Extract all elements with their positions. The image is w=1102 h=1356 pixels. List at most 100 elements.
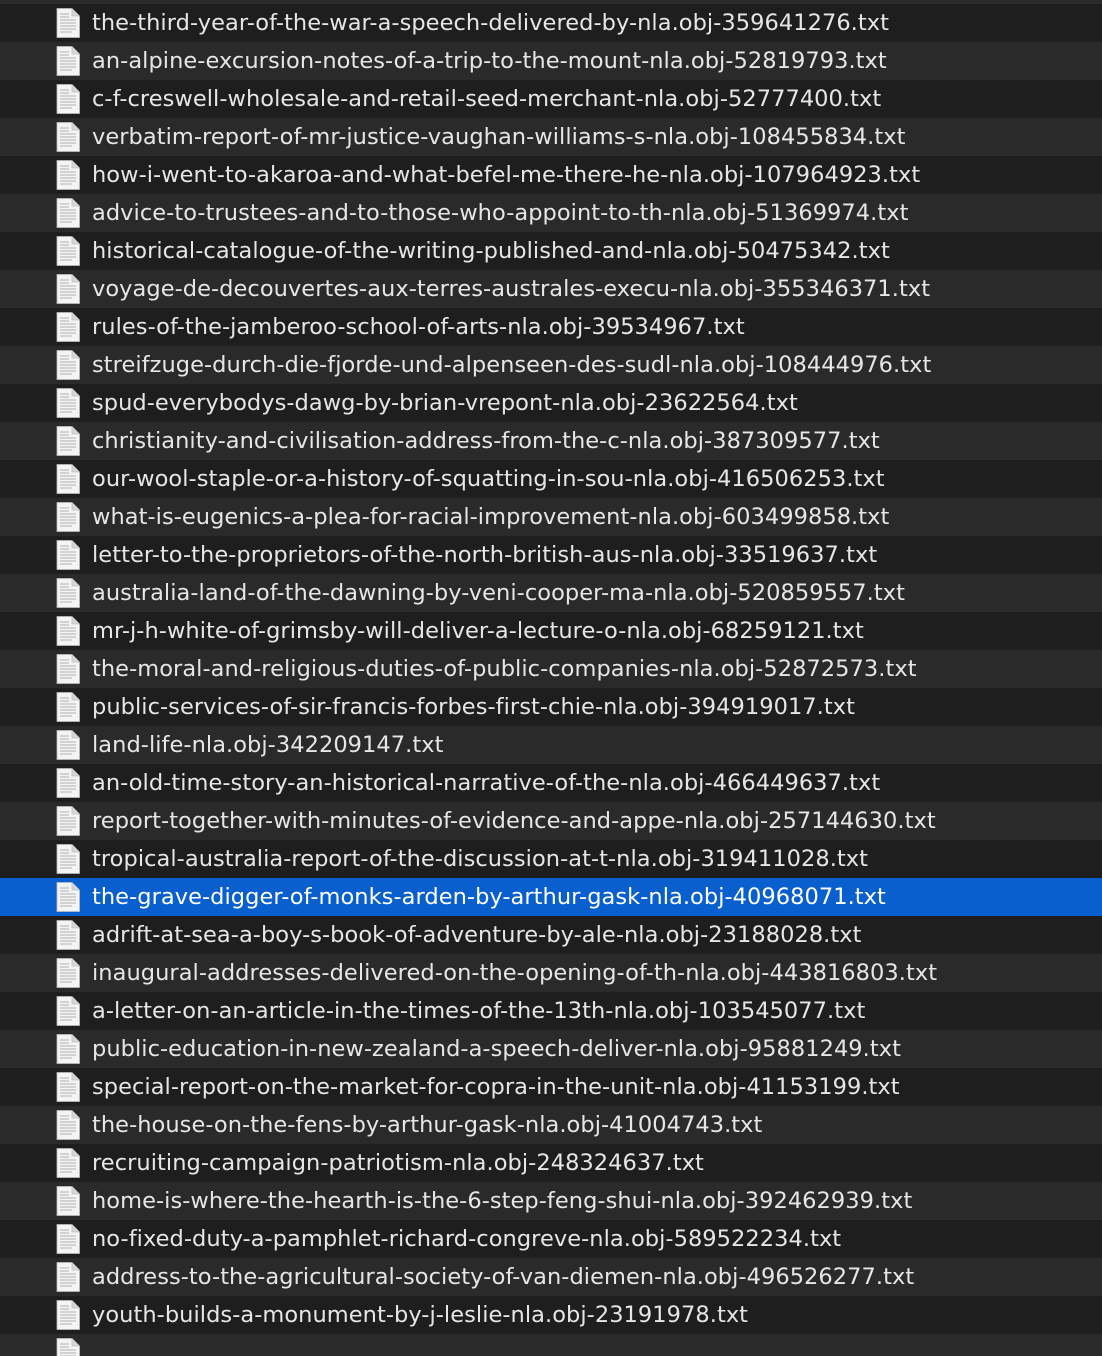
file-row[interactable]: spud-everybodys-dawg-by-brian-vrepont-nl… [0,384,1102,422]
text-document-icon [56,920,80,950]
file-name: address-to-the-agricultural-society-of-v… [92,1264,915,1290]
file-row[interactable]: advice-to-trustees-and-to-those-who-appo… [0,194,1102,232]
text-document-icon [56,806,80,836]
file-name: recruiting-campaign-patriotism-nla.obj-2… [92,1150,704,1176]
text-document-icon [56,84,80,114]
text-document-icon [56,996,80,1026]
file-row[interactable]: an-old-time-story-an-historical-narrativ… [0,764,1102,802]
file-row[interactable]: how-i-went-to-akaroa-and-what-befel-me-t… [0,156,1102,194]
text-document-icon [56,730,80,760]
text-document-icon [56,46,80,76]
file-row[interactable]: youth-builds-a-monument-by-j-leslie-nla.… [0,1296,1102,1334]
text-document-icon [56,1110,80,1140]
file-row[interactable]: special-report-on-the-market-for-copra-i… [0,1068,1102,1106]
file-name: how-i-went-to-akaroa-and-what-befel-me-t… [92,162,921,188]
file-name: adrift-at-sea-a-boy-s-book-of-adventure-… [92,922,862,948]
file-name: christianity-and-civilisation-address-fr… [92,428,880,454]
text-document-icon [56,274,80,304]
file-name: our-wool-staple-or-a-history-of-squattin… [92,466,885,492]
text-document-icon [56,1300,80,1330]
file-name: historical-catalogue-of-the-writing-publ… [92,238,890,264]
file-name: australia-land-of-the-dawning-by-veni-co… [92,580,905,606]
file-row[interactable]: c-f-creswell-wholesale-and-retail-seed-m… [0,80,1102,118]
file-row[interactable]: christianity-and-civilisation-address-fr… [0,422,1102,460]
file-name: special-report-on-the-market-for-copra-i… [92,1074,900,1100]
file-name: an-alpine-excursion-notes-of-a-trip-to-t… [92,48,887,74]
text-document-icon [56,350,80,380]
text-document-icon [56,692,80,722]
text-document-icon [56,540,80,570]
text-document-icon [56,882,80,912]
text-document-icon [56,502,80,532]
file-row[interactable]: a-letter-on-an-article-in-the-times-of-t… [0,992,1102,1030]
file-name: voyage-de-decouvertes-aux-terres-austral… [92,276,931,302]
file-name: tropical-australia-report-of-the-discuss… [92,846,869,872]
file-row[interactable]: land-life-nla.obj-342209147.txt [0,726,1102,764]
file-name: report-together-with-minutes-of-evidence… [92,808,936,834]
file-row[interactable]: inaugural-addresses-delivered-on-the-ope… [0,954,1102,992]
text-document-icon [56,160,80,190]
file-row[interactable]: the-house-on-the-fens-by-arthur-gask-nla… [0,1106,1102,1144]
file-row[interactable]: public-education-in-new-zealand-a-speech… [0,1030,1102,1068]
text-document-icon [56,1224,80,1254]
file-row[interactable]: streifzuge-durch-die-fjorde-und-alpensee… [0,346,1102,384]
file-row[interactable]: voyage-de-decouvertes-aux-terres-austral… [0,270,1102,308]
text-document-icon [56,122,80,152]
file-name: rules-of-the-jamberoo-school-of-arts-nla… [92,314,745,340]
file-name: verbatim-report-of-mr-justice-vaughan-wi… [92,124,906,150]
text-document-icon [56,578,80,608]
text-document-icon [56,1338,80,1356]
text-document-icon [56,426,80,456]
text-document-icon [56,654,80,684]
file-row[interactable]: public-services-of-sir-francis-forbes-fi… [0,688,1102,726]
file-row[interactable]: recruiting-campaign-patriotism-nla.obj-2… [0,1144,1102,1182]
file-row[interactable]: verbatim-report-of-mr-justice-vaughan-wi… [0,118,1102,156]
file-name: advice-to-trustees-and-to-those-who-appo… [92,200,909,226]
file-row[interactable]: report-together-with-minutes-of-evidence… [0,802,1102,840]
file-list: the-third-year-of-the-war-a-speech-deliv… [0,0,1102,1356]
file-name: mr-j-h-white-of-grimsby-will-deliver-a-l… [92,618,864,644]
file-row[interactable]: no-fixed-duty-a-pamphlet-richard-congrev… [0,1220,1102,1258]
file-row[interactable]: what-is-eugenics-a-plea-for-racial-impro… [0,498,1102,536]
file-row[interactable]: letter-to-the-proprietors-of-the-north-b… [0,536,1102,574]
text-document-icon [56,312,80,342]
text-document-icon [56,1034,80,1064]
text-document-icon [56,8,80,38]
file-row[interactable]: the-moral-and-religious-duties-of-public… [0,650,1102,688]
text-document-icon [56,1186,80,1216]
file-name: what-is-eugenics-a-plea-for-racial-impro… [92,504,890,530]
file-row[interactable]: historical-catalogue-of-the-writing-publ… [0,232,1102,270]
file-name: public-education-in-new-zealand-a-speech… [92,1036,901,1062]
file-name: home-is-where-the-hearth-is-the-6-step-f… [92,1188,913,1214]
file-row[interactable]: mr-j-h-white-of-grimsby-will-deliver-a-l… [0,612,1102,650]
file-row[interactable]: australia-land-of-the-dawning-by-veni-co… [0,574,1102,612]
file-name: a-letter-on-an-article-in-the-times-of-t… [92,998,866,1024]
text-document-icon [56,464,80,494]
file-name: c-f-creswell-wholesale-and-retail-seed-m… [92,86,882,112]
file-row[interactable]: rules-of-the-jamberoo-school-of-arts-nla… [0,308,1102,346]
file-row[interactable]: an-alpine-excursion-notes-of-a-trip-to-t… [0,42,1102,80]
text-document-icon [56,958,80,988]
file-row[interactable]: the-third-year-of-the-war-a-speech-deliv… [0,4,1102,42]
text-document-icon [56,616,80,646]
file-name: the-third-year-of-the-war-a-speech-deliv… [92,10,889,36]
text-document-icon [56,1148,80,1178]
file-row[interactable]: our-wool-staple-or-a-history-of-squattin… [0,460,1102,498]
file-name: the-moral-and-religious-duties-of-public… [92,656,917,682]
text-document-icon [56,198,80,228]
text-document-icon [56,388,80,418]
file-name: the-house-on-the-fens-by-arthur-gask-nla… [92,1112,763,1138]
file-name: letter-to-the-proprietors-of-the-north-b… [92,542,878,568]
file-row[interactable]: tropical-australia-report-of-the-discuss… [0,840,1102,878]
file-row[interactable] [0,1334,1102,1356]
file-row-selected[interactable]: the-grave-digger-of-monks-arden-by-arthu… [0,878,1102,916]
text-document-icon [56,236,80,266]
text-document-icon [56,768,80,798]
file-row[interactable]: adrift-at-sea-a-boy-s-book-of-adventure-… [0,916,1102,954]
file-name: an-old-time-story-an-historical-narrativ… [92,770,881,796]
file-row[interactable]: address-to-the-agricultural-society-of-v… [0,1258,1102,1296]
file-name: public-services-of-sir-francis-forbes-fi… [92,694,855,720]
file-name: spud-everybodys-dawg-by-brian-vrepont-nl… [92,390,798,416]
file-row[interactable]: home-is-where-the-hearth-is-the-6-step-f… [0,1182,1102,1220]
text-document-icon [56,1072,80,1102]
